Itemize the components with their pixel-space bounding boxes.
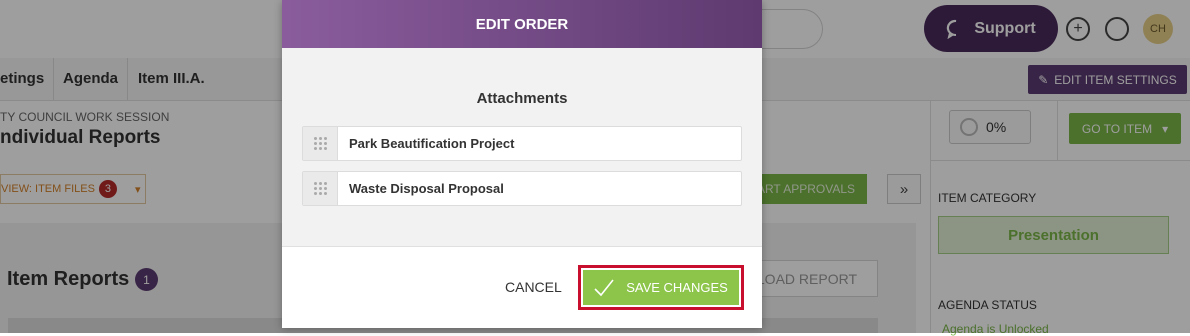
attachment-item[interactable]: Waste Disposal Proposal (302, 171, 742, 206)
save-changes-highlight: SAVE CHANGES (578, 265, 744, 310)
save-changes-label: SAVE CHANGES (626, 280, 728, 295)
save-changes-button[interactable]: SAVE CHANGES (583, 270, 739, 305)
attachment-name: Park Beautification Project (349, 136, 515, 151)
cancel-button[interactable]: CANCEL (505, 279, 562, 295)
drag-handle-icon[interactable] (303, 172, 338, 205)
attachments-heading: Attachments (476, 90, 568, 107)
modal-title: EDIT ORDER (282, 0, 762, 48)
drag-handle-icon[interactable] (303, 127, 338, 160)
attachment-name: Waste Disposal Proposal (349, 181, 504, 196)
attachment-item[interactable]: Park Beautification Project (302, 126, 742, 161)
checkmark-icon (594, 279, 614, 296)
edit-order-modal: EDIT ORDER Attachments Park Beautificati… (282, 0, 762, 328)
